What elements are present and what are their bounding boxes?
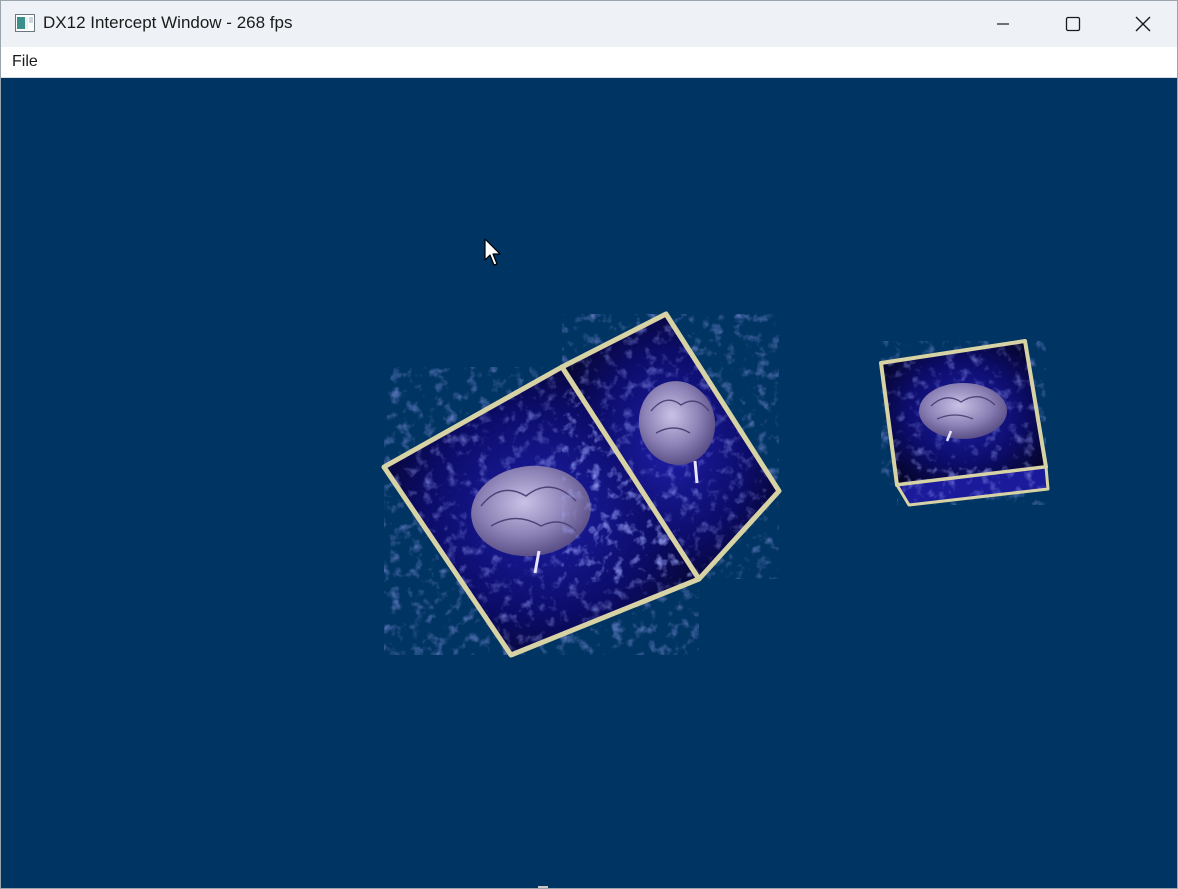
minimize-icon <box>997 23 1009 25</box>
window-title: DX12 Intercept Window - 268 fps <box>43 13 293 32</box>
maximize-icon <box>1065 16 1081 32</box>
close-icon <box>1135 16 1151 32</box>
title-bar[interactable]: DX12 Intercept Window - 268 fps <box>1 1 1177 47</box>
mouse-cursor-icon <box>484 238 501 266</box>
minimize-button[interactable] <box>968 1 1038 47</box>
render-viewport[interactable] <box>1 78 1177 888</box>
maximize-button[interactable] <box>1038 1 1108 47</box>
app-icon <box>15 14 35 32</box>
close-button[interactable] <box>1108 1 1177 47</box>
small-cube <box>879 339 1050 507</box>
large-cube <box>381 311 782 658</box>
menu-file[interactable]: File <box>12 53 38 71</box>
app-window: DX12 Intercept Window - 268 fps File <box>0 0 1178 889</box>
menu-bar: File <box>1 47 1177 78</box>
bottom-resize-grip[interactable] <box>538 886 548 888</box>
scene-canvas <box>381 311 1050 658</box>
